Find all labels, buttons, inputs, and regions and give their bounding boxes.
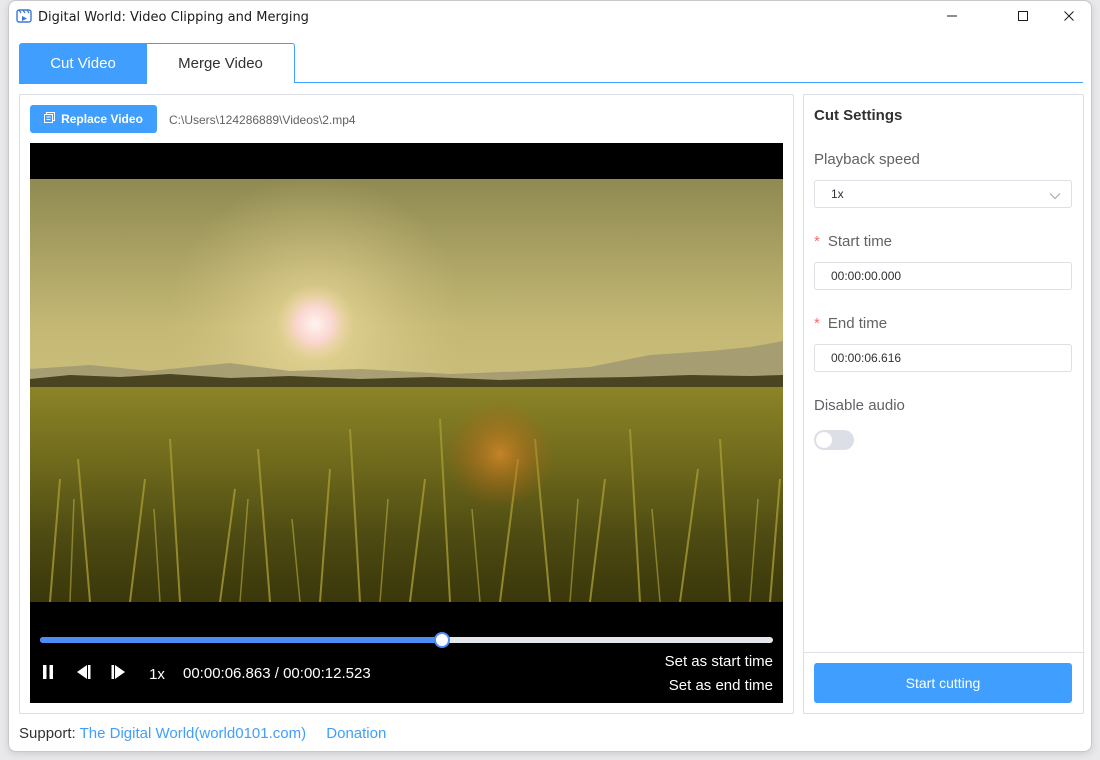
video-panel: Replace Video C:\Users\124286889\Videos\… [19,94,794,714]
cut-settings-title: Cut Settings [814,107,903,124]
end-time-label-text: End time [827,315,888,332]
tab-cut-video[interactable]: Cut Video [19,43,147,84]
disable-audio-toggle[interactable] [814,430,854,450]
video-player: 1x 00:00:06.863 / 00:00:12.523 Set as st… [30,143,783,703]
start-time-label: * Start time [814,233,892,250]
window-title: Digital World: Video Clipping and Mergin… [38,10,309,25]
replace-video-label: Replace Video [61,112,143,126]
speed-button[interactable]: 1x [146,663,168,685]
start-time-value: 00:00:00.000 [831,269,902,283]
title-bar: Digital World: Video Clipping and Mergin… [9,1,1091,33]
progress-slider[interactable] [40,632,773,648]
progress-handle[interactable] [433,632,450,648]
time-readout: 00:00:06.863 / 00:00:12.523 [183,665,371,682]
disable-audio-label: Disable audio [814,397,905,414]
close-button[interactable] [1046,1,1091,31]
maximize-icon [1017,10,1029,22]
playback-speed-select[interactable]: 1x [814,180,1072,208]
close-icon [1063,10,1075,22]
playback-speed-value: 1x [831,187,844,201]
replace-video-button[interactable]: Replace Video [30,105,157,133]
required-mark: * [814,233,820,250]
minimize-button[interactable] [929,1,975,31]
end-time-input[interactable]: 00:00:06.616 [814,344,1072,372]
end-time-label: * End time [814,315,887,332]
start-cutting-button[interactable]: Start cutting [814,663,1072,703]
progress-fill [40,637,442,643]
toggle-knob [816,432,832,448]
cut-settings-panel: Cut Settings Playback speed 1x * Start ti… [803,94,1084,714]
mode-tabs: Cut Video Merge Video [19,43,1083,84]
end-time-value: 00:00:06.616 [831,351,902,365]
app-window: Digital World: Video Clipping and Mergin… [8,0,1092,752]
start-time-label-text: Start time [827,233,893,250]
next-frame-button[interactable] [110,663,128,685]
previous-frame-icon [74,664,92,685]
set-end-time-button[interactable]: Set as end time [669,677,773,694]
support-footer: Support: The Digital World(world0101.com… [19,725,386,742]
file-path: C:\Users\124286889\Videos\2.mp4 [169,113,356,127]
donation-link[interactable]: Donation [326,725,386,742]
minimize-icon [946,10,958,22]
support-link[interactable]: The Digital World(world0101.com) [80,725,306,742]
previous-frame-button[interactable] [74,663,92,685]
panel-divider [804,652,1083,653]
video-frame[interactable] [30,179,783,602]
tab-merge-video[interactable]: Merge Video [146,43,295,83]
maximize-button[interactable] [1000,1,1046,31]
file-icon [44,112,56,126]
pause-icon [41,664,55,685]
set-start-time-button[interactable]: Set as start time [665,653,773,670]
app-logo-icon [16,8,32,24]
required-mark: * [814,315,820,332]
pause-button[interactable] [40,663,56,685]
chevron-down-icon [1049,189,1061,203]
support-label: Support: [19,725,76,742]
start-time-input[interactable]: 00:00:00.000 [814,262,1072,290]
next-frame-icon [110,664,128,685]
playback-speed-label: Playback speed [814,151,920,168]
